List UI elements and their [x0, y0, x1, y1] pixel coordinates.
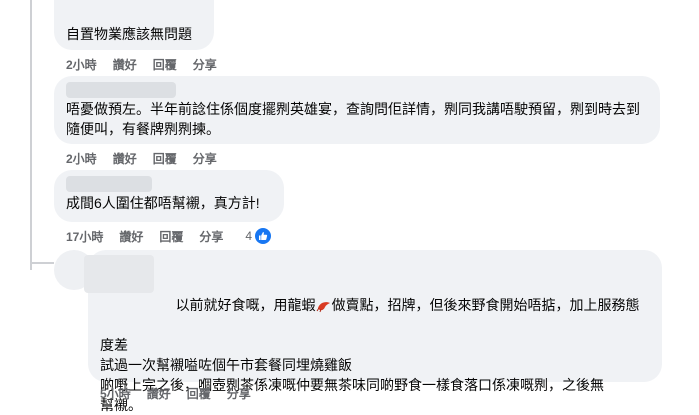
commenter-name[interactable] — [84, 255, 154, 293]
comment-timestamp[interactable]: 17小時 — [66, 228, 103, 245]
thread-line — [30, 0, 32, 270]
commenter-name[interactable] — [66, 82, 176, 98]
comment-timestamp[interactable]: 5小時 — [100, 385, 131, 402]
like-button[interactable]: 讚好 — [119, 228, 143, 245]
thread-connector — [30, 262, 54, 264]
lobster-emoji-icon — [316, 302, 330, 313]
comment-actions: 2小時 讚好 回覆 分享 — [66, 149, 233, 167]
comment-timestamp[interactable]: 2小時 — [66, 150, 97, 167]
reaction-summary[interactable]: 4 — [245, 228, 287, 244]
comment-timestamp[interactable]: 2小時 — [66, 56, 97, 73]
like-button[interactable]: 讚好 — [113, 56, 137, 73]
commenter-name[interactable] — [66, 176, 152, 192]
reply-button[interactable]: 回覆 — [153, 150, 177, 167]
share-button[interactable]: 分享 — [227, 385, 251, 402]
reaction-count: 4 — [245, 229, 253, 243]
comment-text-line: 做賣點，招牌，但後來野食開始唔掂，加上服務態 — [331, 297, 640, 313]
thumbs-up-icon — [255, 228, 272, 244]
comment-text: 成間6人圍住都唔幫襯，真方計! — [66, 195, 260, 211]
like-button[interactable]: 讚好 — [147, 385, 171, 402]
comment-text: 自置物業應該無問題 — [66, 26, 192, 42]
comment-text-line: 以前就好食嘅，用龍蝦 — [175, 297, 316, 313]
reply-button[interactable]: 回覆 — [187, 385, 211, 402]
comment-actions: 17小時 讚好 回覆 分享 4 — [66, 227, 287, 245]
reply-button[interactable]: 回覆 — [153, 56, 177, 73]
comment-bubble: 自置物業應該無問題 — [54, 0, 214, 50]
comment-actions: 5小時 讚好 回覆 分享 — [100, 384, 267, 402]
comment-bubble: 以前就好食嘅，用龍蝦 做賣點，招牌，但後來野食開始唔掂，加上服務態 度差 試過一次… — [84, 250, 662, 413]
comment-text-line: 度差 — [100, 337, 128, 353]
comment-text: 以前就好食嘅，用龍蝦 做賣點，招牌，但後來野食開始唔掂，加上服務態 — [100, 275, 650, 335]
comment-bubble: 唔憂做預左。半年前諗住係個度擺𠝹英雄宴，查詢問佢詳情，𠝹同我講唔駛預留，𠝹到時去… — [54, 76, 660, 144]
comment-actions: 2小時 讚好 回覆 分享 — [66, 55, 233, 73]
comment-text: 唔憂做預左。半年前諗住係個度擺𠝹英雄宴，查詢問佢詳情，𠝹同我講唔駛預留，𠝹到時去… — [66, 101, 640, 137]
reply-button[interactable]: 回覆 — [159, 228, 183, 245]
share-button[interactable]: 分享 — [199, 228, 223, 245]
like-button[interactable]: 讚好 — [113, 150, 137, 167]
share-button[interactable]: 分享 — [193, 150, 217, 167]
comment-text-line: 試過一次幫襯嗌咗個午市套餐同埋燒雞飯 — [100, 357, 352, 373]
share-button[interactable]: 分享 — [193, 56, 217, 73]
comment-bubble: 成間6人圍住都唔幫襯，真方計! — [54, 170, 284, 222]
